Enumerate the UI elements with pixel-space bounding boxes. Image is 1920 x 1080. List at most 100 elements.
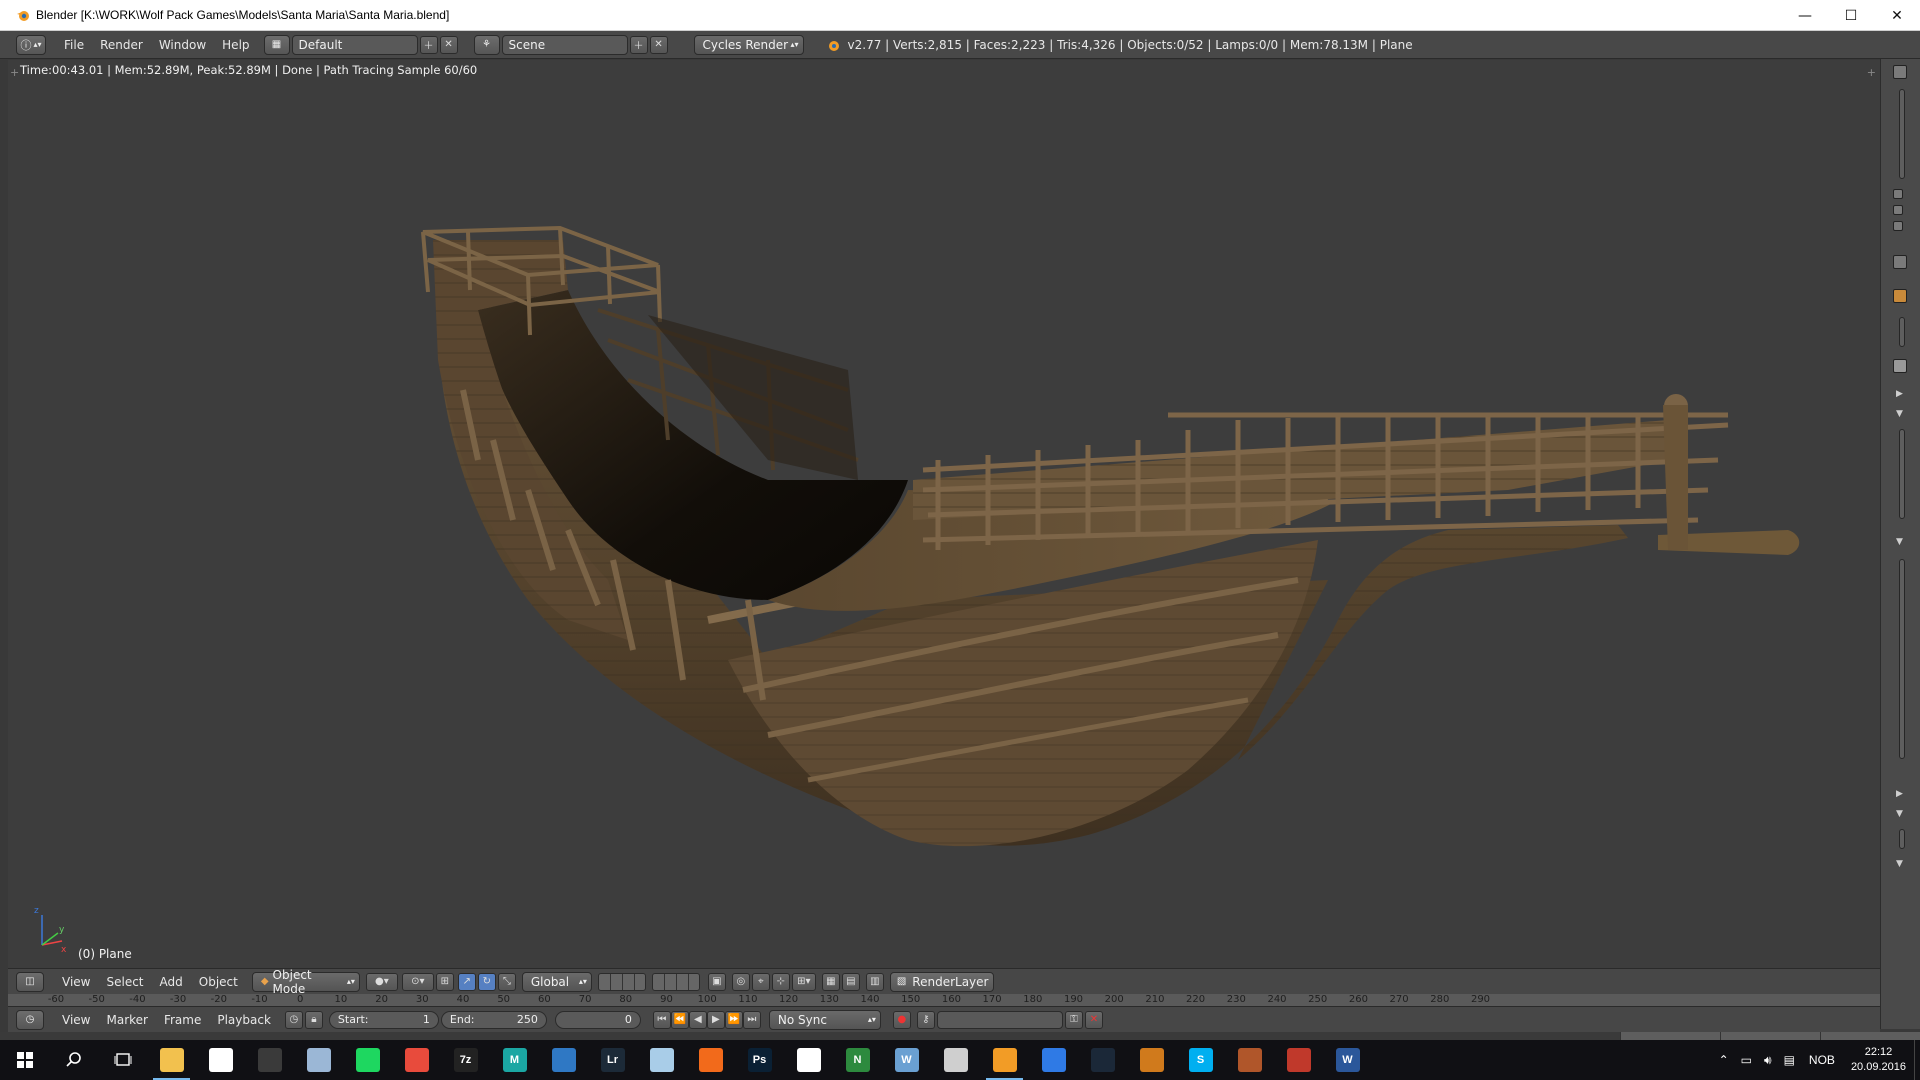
property-slider[interactable] <box>1899 559 1905 759</box>
scene-field[interactable]: Scene <box>501 34 628 55</box>
taskbar-app-eye-app[interactable] <box>784 1040 833 1080</box>
render-layer-field[interactable]: ▧ RenderLayer <box>889 971 994 992</box>
taskbar-app-photoshop[interactable]: Ps <box>735 1040 784 1080</box>
menu-file[interactable]: File <box>56 34 92 56</box>
taskbar-app-brush-app[interactable] <box>1274 1040 1323 1080</box>
sync-dropdown[interactable]: No Sync ▴▾ <box>768 1009 881 1030</box>
taskbar-app-blender[interactable] <box>980 1040 1029 1080</box>
add-screen-icon[interactable]: ＋ <box>419 35 438 54</box>
show-desktop-button[interactable] <box>1914 1040 1920 1080</box>
menu-render[interactable]: Render <box>92 34 151 56</box>
end-frame-field[interactable]: End: 250 <box>440 1010 547 1029</box>
taskbar-app-7zip[interactable]: 7z <box>441 1040 490 1080</box>
taskbar-app-paper-app[interactable] <box>637 1040 686 1080</box>
clock[interactable]: 22:12 20.09.2016 <box>1851 1045 1906 1075</box>
menu-frame[interactable]: Frame <box>156 1009 209 1031</box>
pivot-point-icon[interactable]: ⊙▾ <box>401 972 434 991</box>
snap-toggle-icon[interactable]: ⌖ <box>751 972 770 991</box>
taskbar-app-file-explorer[interactable] <box>147 1040 196 1080</box>
menu-help[interactable]: Help <box>214 34 257 56</box>
render-slot-icon[interactable] <box>1893 221 1903 231</box>
taskbar-app-lightroom[interactable]: Lr <box>588 1040 637 1080</box>
transform-orientation-dropdown[interactable]: Global ▴▾ <box>521 971 592 992</box>
start-button[interactable] <box>0 1040 49 1080</box>
close-button[interactable]: ✕ <box>1874 0 1920 31</box>
menu-view[interactable]: View <box>54 971 98 993</box>
taskbar-app-krita[interactable] <box>931 1040 980 1080</box>
input-language[interactable]: NOB <box>1809 1053 1835 1067</box>
manipulator-toggle-icon[interactable]: ⊞ <box>435 972 454 991</box>
search-button[interactable] <box>49 1040 98 1080</box>
task-view-button[interactable] <box>98 1040 147 1080</box>
taskbar-app-wordpress[interactable]: W <box>882 1040 931 1080</box>
properties-strip[interactable]: ▶ ▼ ▼ ▶ ▼ ▼ <box>1880 59 1920 1029</box>
play-reverse-icon[interactable]: ◀ <box>688 1010 707 1029</box>
snap-element-icon[interactable]: ⊹ <box>771 972 790 991</box>
render-slot-icon[interactable] <box>1893 189 1903 199</box>
property-slider[interactable] <box>1899 429 1905 519</box>
jump-keyframe-forward-icon[interactable]: ⏩ <box>724 1010 743 1029</box>
menu-select[interactable]: Select <box>98 971 151 993</box>
scale-manipulator-icon[interactable]: ⤡ <box>497 972 516 991</box>
menu-object[interactable]: Object <box>191 971 246 993</box>
taskbar-app-n-app[interactable]: N <box>833 1040 882 1080</box>
keying-set-field[interactable] <box>936 1010 1063 1029</box>
window-titlebar[interactable]: Blender [K:\WORK\Wolf Pack Games\Models\… <box>0 0 1920 31</box>
wrench-icon[interactable] <box>1893 359 1907 373</box>
layer-buttons-2[interactable] <box>651 972 700 991</box>
editor-type-button[interactable]: ◷ <box>16 1009 44 1030</box>
menu-window[interactable]: Window <box>151 34 214 56</box>
taskbar-app-feather-app[interactable] <box>294 1040 343 1080</box>
taskbar-app-window-app[interactable] <box>1029 1040 1078 1080</box>
render-engine-dropdown[interactable]: Cycles Render ▴▾ <box>693 34 804 55</box>
menu-add[interactable]: Add <box>152 971 191 993</box>
menu-marker[interactable]: Marker <box>98 1009 155 1031</box>
layer-buttons-1[interactable] <box>597 972 646 991</box>
render-layer-toggle-icon[interactable]: ▥ <box>865 972 884 991</box>
taskbar-app-store[interactable] <box>196 1040 245 1080</box>
properties-icon[interactable] <box>1893 65 1907 79</box>
start-frame-field[interactable]: Start: 1 <box>328 1010 439 1029</box>
camera-icon[interactable] <box>1893 255 1907 269</box>
editor-type-button[interactable]: ⓘ ▴▾ <box>16 34 46 55</box>
lock-layers-icon[interactable]: ▣ <box>707 972 726 991</box>
taskbar-app-skype[interactable]: S <box>1176 1040 1225 1080</box>
scene-browse-button[interactable]: ⚘ <box>473 34 500 55</box>
taskbar-app-headset-app[interactable] <box>245 1040 294 1080</box>
mode-dropdown[interactable]: ◆ Object Mode ▴▾ <box>251 968 360 996</box>
editor-type-button[interactable]: ◫ <box>16 971 44 992</box>
delete-screen-icon[interactable]: ✕ <box>439 35 458 54</box>
play-icon[interactable]: ▶ <box>706 1010 725 1029</box>
proportional-edit-icon[interactable]: ◎ <box>731 972 750 991</box>
render-slot-icon[interactable] <box>1893 205 1903 215</box>
rotate-manipulator-icon[interactable]: ↻ <box>477 972 496 991</box>
opengl-render-animation-icon[interactable]: ▤ <box>841 972 860 991</box>
maximize-button[interactable]: ☐ <box>1828 0 1874 31</box>
opengl-render-image-icon[interactable]: ▦ <box>821 972 840 991</box>
delete-scene-icon[interactable]: ✕ <box>649 35 668 54</box>
volume-icon[interactable]: 🔊︎ <box>1764 1053 1772 1068</box>
3d-viewport[interactable]: Time:00:43.01 | Mem:52.89M, Peak:52.89M … <box>8 60 1880 968</box>
delete-keyframe-icon[interactable]: ✕ <box>1084 1010 1103 1029</box>
taskbar-app-maya[interactable]: M <box>490 1040 539 1080</box>
insert-keyframe-icon[interactable]: ⚿ <box>1064 1010 1083 1029</box>
current-frame-field[interactable]: 0 <box>554 1010 641 1029</box>
jump-start-icon[interactable]: ⏮ <box>652 1010 671 1029</box>
taskbar-app-game-app[interactable] <box>1225 1040 1274 1080</box>
panel-expand-arrow-icon[interactable]: ▼ <box>1896 537 1903 547</box>
taskbar-app-reaper[interactable] <box>1127 1040 1176 1080</box>
jump-end-icon[interactable]: ⏭ <box>742 1010 761 1029</box>
menu-playback[interactable]: Playback <box>209 1009 279 1031</box>
screen-layout-browse-button[interactable]: ▦ <box>263 34 290 55</box>
taskbar-app-steam[interactable] <box>1078 1040 1127 1080</box>
action-center-icon[interactable]: ▤ <box>1784 1053 1795 1067</box>
lock-time-icon[interactable]: 🔒︎ <box>304 1010 323 1029</box>
keying-set-icon[interactable]: ⚷ <box>916 1010 935 1029</box>
taskbar-app-word[interactable]: W <box>1323 1040 1372 1080</box>
property-slider[interactable] <box>1899 829 1905 849</box>
taskbar-app-origin[interactable] <box>686 1040 735 1080</box>
network-icon[interactable]: ▭ <box>1741 1053 1752 1067</box>
taskbar-app-spotify[interactable] <box>343 1040 392 1080</box>
record-icon[interactable]: ● <box>892 1010 911 1029</box>
panel-expand-arrow-icon[interactable]: ▼ <box>1896 859 1903 869</box>
